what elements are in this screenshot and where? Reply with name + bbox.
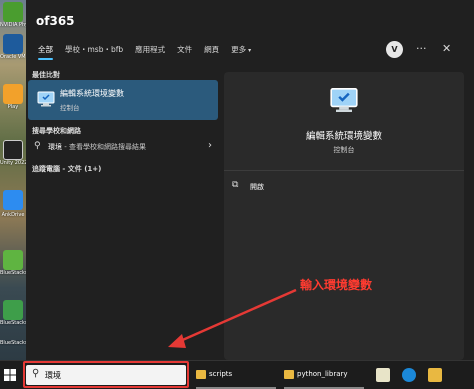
open-icon: ⧉ [232,180,239,190]
web-search-query: 環境 [48,143,62,151]
detail-title: 編輯系統環境變數 [305,131,382,142]
monitor-check-icon [330,88,358,112]
desktop-strip: NVIDIA PhysX Oracle VM Virtual... Play U… [0,0,26,360]
web-search-text: 環境 - 查看學校和網路搜尋結果 [48,142,146,152]
taskbar-item-label: python_library [297,370,348,378]
virtualbox-icon[interactable] [3,34,23,54]
desktop-icon-label: Unity 2022 [0,160,26,166]
monitor-check-icon [37,91,55,107]
folder-icon [196,370,206,379]
bluestacks-icon[interactable] [3,250,23,270]
nvidia-physx-icon[interactable] [3,2,23,22]
taskbar-item-label: scripts [209,370,233,378]
search-highlight-box [23,361,189,388]
tasks-icon[interactable] [3,190,23,210]
more-options-icon[interactable]: ··· [416,42,427,56]
play-icon[interactable] [3,84,23,104]
results-list: 最佳比對 編輯系統環境變數 控制台 搜尋學校和網路 ⚲ 環境 - 查看學校和網路… [26,66,218,360]
tab-more[interactable]: 更多 ▾ [231,38,251,62]
tab-documents[interactable]: 文件 [177,38,192,62]
divider [224,170,464,171]
chevron-right-icon[interactable]: › [208,140,212,151]
edge-browser-icon[interactable] [402,368,416,382]
search-panel: of365 全部 學校・msb・bfb 應用程式 文件 網頁 更多 ▾ V ···… [26,0,474,360]
best-match-label: 最佳比對 [32,71,60,79]
avatar[interactable]: V [386,41,403,58]
close-icon[interactable]: ✕ [442,42,451,56]
filter-tabs: 全部 學校・msb・bfb 應用程式 文件 網頁 更多 ▾ [26,38,474,62]
annotation-text: 輸入環境變數 [300,278,373,292]
notepad-app-icon[interactable] [376,368,390,382]
desktop-icon-label: NVIDIA PhysX [0,22,26,28]
magnifier-icon: ⚲ [34,141,41,151]
tab-school[interactable]: 學校・msb・bfb [65,38,123,62]
panel-title: of365 [36,14,75,28]
tab-all[interactable]: 全部 [38,38,53,62]
desktop-icon-label: BlueStacks [0,340,26,346]
windows-start-icon[interactable] [4,369,16,381]
desktop-icon-label: Oracle VM Virtual... [0,54,26,60]
detail-subtitle: 控制台 [333,146,355,154]
desktop-icon-label: BlueStacks 64-bit [0,320,26,326]
web-search-suffix: - 查看學校和網路搜尋結果 [62,143,146,151]
desktop-icon-label: AnkDrive [1,212,25,218]
tab-more-label: 更多 [231,45,247,54]
best-match-subtitle: 控制台 [60,104,80,112]
best-match-result[interactable]: 編輯系統環境變數 控制台 [28,80,218,120]
desktop-icon-label: BlueStacks 5 [0,270,26,276]
documents-label: 追蹤電腦 - 文件 (1+) [32,165,102,173]
unity-icon[interactable] [3,140,23,160]
tab-web[interactable]: 網頁 [204,38,219,62]
file-explorer-icon[interactable] [428,368,442,382]
desktop-icon-label: Play [7,104,19,110]
bluestacks-64bit-icon[interactable] [3,300,23,320]
result-detail-pane: 編輯系統環境變數 控制台 ⧉ 開啟 [224,72,464,360]
folder-icon [284,370,294,379]
tab-apps[interactable]: 應用程式 [135,38,165,62]
best-match-title: 編輯系統環境變數 [60,89,124,98]
chevron-down-icon: ▾ [248,47,252,54]
web-search-label: 搜尋學校和網路 [32,127,81,135]
open-label: 開啟 [250,183,264,191]
web-search-item[interactable]: ⚲ 環境 - 查看學校和網路搜尋結果 › [28,138,218,156]
